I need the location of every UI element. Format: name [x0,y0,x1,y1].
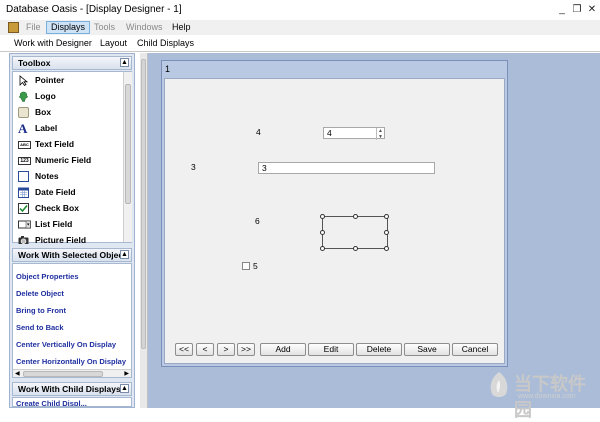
list-field-icon [18,220,31,229]
toolbox-item-date-field[interactable]: Date Field [13,185,121,200]
designer-scroll-thumb[interactable] [141,59,146,349]
menu-file[interactable]: File [22,21,45,34]
text-field[interactable]: 3 [258,162,435,174]
toolbox-item-picture-field[interactable]: Picture Field [13,233,121,244]
prev-record-button[interactable]: < [196,343,214,356]
work-with-designer-button[interactable]: Work with Designer [14,38,92,48]
watermark-url: www.downxia.com [518,393,576,400]
selected-objects-header[interactable]: Work With Selected Objec ▲ [12,248,132,262]
send-to-back-link[interactable]: Send to Back [16,323,64,332]
child-displays-button[interactable]: Child Displays [137,38,194,48]
first-record-button[interactable]: << [175,343,193,356]
links-hscroll-thumb[interactable] [23,371,103,377]
menu-windows[interactable]: Windows [122,21,167,34]
watermark-logo-icon [490,372,508,397]
toolbox-item-box[interactable]: Box [13,105,121,120]
resize-handle[interactable] [384,230,389,235]
display-caption: 1 [165,64,171,74]
menu-displays[interactable]: Displays [46,21,91,34]
toolbox-item-pointer[interactable]: Pointer [13,73,121,88]
bring-to-front-link[interactable]: Bring to Front [16,306,66,315]
scroll-right-icon[interactable]: ▶ [124,370,129,377]
label-icon: A [18,121,28,136]
resize-handle[interactable] [320,246,325,251]
create-child-display-link[interactable]: Create Child Displ... [16,399,87,406]
layout-button[interactable]: Layout [100,38,127,48]
toolbox-item-label[interactable]: A Label [13,121,121,136]
picture-field-icon [18,236,29,244]
box-icon [18,107,29,118]
toolbox-list: Pointer Logo Box A Label ABC Text Field … [12,71,132,244]
resize-handle[interactable] [384,214,389,219]
center-vertically-link[interactable]: Center Vertically On Display [16,340,116,349]
check-box-icon [18,203,29,214]
save-button[interactable]: Save [404,343,450,356]
toolbox-scrollbar[interactable] [123,72,132,242]
toolbox-title: Toolbox [18,58,51,68]
object-properties-link[interactable]: Object Properties [16,272,79,281]
restore-button[interactable]: ❐ [571,4,583,16]
toolbox-item-notes[interactable]: Notes [13,169,121,184]
links-hscrollbar[interactable]: ◀ ▶ [13,369,131,377]
close-button[interactable]: ✕ [586,4,598,16]
menu-tools[interactable]: Tools [90,21,119,34]
left-panel: Toolbox ▲ Pointer Logo Box A Label ABC T… [9,53,135,408]
toolbox-item-text-field[interactable]: ABC Text Field [13,137,121,152]
window-title: Database Oasis - [Display Designer - 1] [6,4,182,15]
display-form: 4 3 6 4 ▲ ▼ 3 5 << < > >> Add Edit Delete… [164,78,505,364]
add-button[interactable]: Add [260,343,306,356]
toolbox-item-check-box[interactable]: Check Box [13,201,121,216]
toolbox-header[interactable]: Toolbox ▲ [12,56,132,70]
child-displays-list: Create Child Displ... [12,397,132,407]
field-label-3[interactable]: 3 [191,162,196,172]
field-label-4[interactable]: 4 [256,127,261,137]
designer-toolbar: Work with Designer Layout Child Displays [0,36,600,52]
menu-bar: File Displays Tools Windows Help [0,20,600,35]
logo-icon [19,91,28,102]
next-record-button[interactable]: > [217,343,235,356]
collapse-icon[interactable]: ▲ [120,384,129,393]
selected-objects-title: Work With Selected Objec [18,250,124,260]
collapse-icon[interactable]: ▲ [120,250,129,259]
selected-object[interactable] [320,214,389,251]
title-bar: Database Oasis - [Display Designer - 1] … [0,0,600,20]
resize-handle[interactable] [353,246,358,251]
spinner-icon[interactable]: ▲ ▼ [376,128,384,140]
collapse-icon[interactable]: ▲ [120,58,129,67]
designer-scrollbar[interactable] [140,53,148,408]
scroll-left-icon[interactable]: ◀ [15,370,20,377]
toolbox-item-logo[interactable]: Logo [13,89,121,104]
delete-button[interactable]: Delete [356,343,402,356]
last-record-button[interactable]: >> [237,343,255,356]
edit-button[interactable]: Edit [308,343,354,356]
resize-handle[interactable] [384,246,389,251]
checkbox-label-5: 5 [253,261,258,271]
notes-icon [18,171,29,182]
text-field-icon: ABC [18,141,31,149]
center-horizontally-link[interactable]: Center Horizontally On Display [16,357,126,366]
date-field-icon [18,187,29,198]
checkbox-5[interactable] [242,262,250,270]
numeric-field[interactable]: 4 ▲ ▼ [323,127,385,140]
selected-objects-list: Object Properties Delete Object Bring to… [12,263,132,378]
toolbox-scroll-thumb[interactable] [125,84,131,204]
delete-object-link[interactable]: Delete Object [16,289,64,298]
resize-handle[interactable] [320,214,325,219]
toolbox-item-numeric-field[interactable]: 123 Numeric Field [13,153,121,168]
resize-handle[interactable] [353,214,358,219]
field-label-6[interactable]: 6 [255,216,260,226]
resize-handle[interactable] [320,230,325,235]
numeric-field-icon: 123 [18,157,31,165]
app-menu-icon[interactable] [8,22,19,33]
minimize-button[interactable]: _ [556,4,568,16]
child-displays-title: Work With Child Displays [18,384,121,394]
menu-help[interactable]: Help [168,21,195,34]
pointer-icon [19,75,29,86]
cancel-button[interactable]: Cancel [452,343,498,356]
child-displays-header[interactable]: Work With Child Displays ▲ [12,382,132,396]
toolbox-item-list-field[interactable]: List Field [13,217,121,232]
